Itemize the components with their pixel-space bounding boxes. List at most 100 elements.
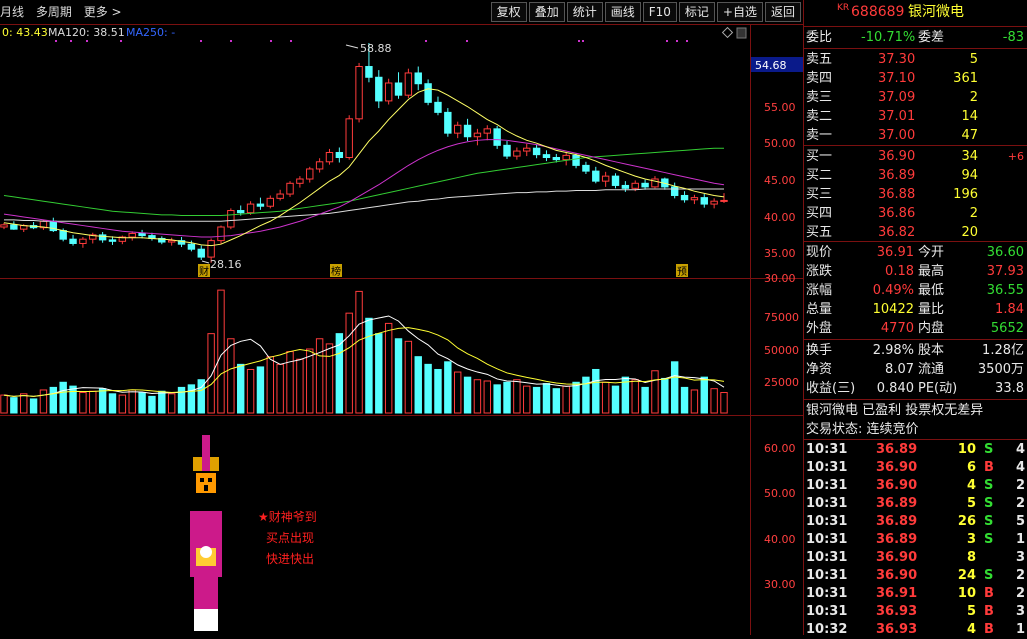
volume-bar[interactable] xyxy=(513,379,521,414)
tick-row[interactable]: 10:31 36.89 10 S 4 xyxy=(804,441,1027,459)
volume-bar[interactable] xyxy=(20,393,28,414)
volume-bar[interactable] xyxy=(315,338,324,414)
candle-body[interactable] xyxy=(611,175,620,186)
candle-body[interactable] xyxy=(237,210,245,214)
period-monthly[interactable]: 月线 xyxy=(0,5,24,19)
candle-body[interactable] xyxy=(483,128,491,134)
candle-body[interactable] xyxy=(592,170,600,182)
ask-row[interactable]: 卖一 37.00 47 xyxy=(804,126,1027,145)
volume-bar[interactable] xyxy=(148,395,156,414)
candle-body[interactable] xyxy=(404,72,413,96)
bid-row[interactable]: 买一 36.90 34 +6 xyxy=(804,147,1027,166)
draw-line-button[interactable]: 画线 xyxy=(604,2,641,22)
overlay-button[interactable]: 叠加 xyxy=(528,2,565,22)
candle-body[interactable] xyxy=(69,238,77,244)
candle-body[interactable] xyxy=(79,238,87,244)
candle-body[interactable] xyxy=(375,76,383,102)
volume-bar[interactable] xyxy=(89,390,97,414)
volume-bar[interactable] xyxy=(227,338,235,414)
statistics-button[interactable]: 统计 xyxy=(566,2,603,22)
volume-bar[interactable] xyxy=(177,386,186,414)
volume-bar[interactable] xyxy=(453,371,462,414)
volume-bar[interactable] xyxy=(0,394,8,414)
ask-row[interactable]: 卖五 37.30 5 xyxy=(804,50,1027,69)
candle-body[interactable] xyxy=(690,197,699,201)
diamond-icon[interactable] xyxy=(721,26,734,39)
volume-bar[interactable] xyxy=(49,386,58,414)
candle-body[interactable] xyxy=(227,210,235,228)
volume-bar[interactable] xyxy=(138,392,146,414)
candle-body[interactable] xyxy=(453,124,462,134)
candle-body[interactable] xyxy=(335,151,344,159)
candle-body[interactable] xyxy=(463,124,472,138)
add-watchlist-button[interactable]: +自选 xyxy=(716,2,763,22)
candle-body[interactable] xyxy=(670,186,679,196)
volume-bar[interactable] xyxy=(493,384,501,414)
bid-row[interactable]: 买三 36.88 196 xyxy=(804,185,1027,204)
volume-bar[interactable] xyxy=(394,338,403,414)
volume-bar[interactable] xyxy=(542,383,551,414)
bid-row[interactable]: 买四 36.86 2 xyxy=(804,204,1027,223)
volume-bar[interactable] xyxy=(592,368,600,414)
kline-chart[interactable]: 0: 43.43 MA120: 38.51 MA250: - 54.68 55.… xyxy=(0,25,803,635)
more-menu[interactable]: 更多 > xyxy=(84,5,122,19)
candle-body[interactable] xyxy=(10,224,18,230)
candle-body[interactable] xyxy=(414,72,422,85)
tick-row[interactable]: 10:31 36.91 10 B 2 xyxy=(804,585,1027,603)
candle-body[interactable] xyxy=(365,66,373,78)
tick-row[interactable]: 10:31 36.89 5 S 2 xyxy=(804,495,1027,513)
volume-bar[interactable] xyxy=(286,351,294,414)
volume-bar[interactable] xyxy=(631,379,639,414)
candle-body[interactable] xyxy=(493,128,501,146)
candle-body[interactable] xyxy=(108,239,117,242)
volume-bar[interactable] xyxy=(532,386,541,414)
volume-bar[interactable] xyxy=(98,388,107,414)
volume-bar[interactable] xyxy=(670,361,679,414)
candle-body[interactable] xyxy=(700,197,708,205)
bid-row[interactable]: 买二 36.89 94 xyxy=(804,166,1027,185)
candle-body[interactable] xyxy=(631,182,639,189)
tick-row[interactable]: 10:32 36.93 4 B 1 xyxy=(804,621,1027,639)
candle-body[interactable] xyxy=(621,184,630,189)
candle-body[interactable] xyxy=(167,240,176,243)
chart-area[interactable]: 0: 43.43 MA120: 38.51 MA250: - 54.68 55.… xyxy=(0,25,803,635)
candle-body[interactable] xyxy=(503,144,511,157)
candle-body[interactable] xyxy=(680,194,689,201)
candle-body[interactable] xyxy=(98,234,107,241)
volume-bar[interactable] xyxy=(641,386,649,414)
ask-row[interactable]: 卖二 37.01 14 xyxy=(804,107,1027,126)
volume-bar[interactable] xyxy=(473,379,482,414)
volume-bar[interactable] xyxy=(266,356,275,414)
candle-body[interactable] xyxy=(552,157,561,161)
candle-body[interactable] xyxy=(187,243,196,250)
candle-body[interactable] xyxy=(286,182,294,195)
bid-row[interactable]: 买五 36.82 20 xyxy=(804,223,1027,242)
volume-bar[interactable] xyxy=(187,384,196,414)
tick-row[interactable]: 10:31 36.90 24 S 2 xyxy=(804,567,1027,585)
volume-bar[interactable] xyxy=(365,317,373,414)
candle-body[interactable] xyxy=(256,203,265,207)
volume-bar[interactable] xyxy=(611,385,620,414)
candle-body[interactable] xyxy=(315,161,324,170)
volume-bar[interactable] xyxy=(10,397,18,414)
volume-bar[interactable] xyxy=(207,333,215,414)
volume-bar[interactable] xyxy=(483,380,491,414)
volume-bar[interactable] xyxy=(463,376,472,414)
tick-row[interactable]: 10:31 36.90 6 B 4 xyxy=(804,459,1027,477)
volume-bar[interactable] xyxy=(79,392,87,414)
volume-bar[interactable] xyxy=(158,390,166,414)
scroll-handle[interactable] xyxy=(736,27,747,39)
volume-bar[interactable] xyxy=(217,289,225,414)
back-button[interactable]: 返回 xyxy=(764,2,801,22)
candle-body[interactable] xyxy=(710,200,718,205)
volume-bar[interactable] xyxy=(237,363,245,414)
candle-body[interactable] xyxy=(513,150,521,157)
candle-body[interactable] xyxy=(562,154,570,161)
candle-body[interactable] xyxy=(0,224,8,228)
volume-bar[interactable] xyxy=(256,366,265,414)
tick-row[interactable]: 10:31 36.93 5 B 3 xyxy=(804,603,1027,621)
candle-body[interactable] xyxy=(394,82,403,96)
volume-bar[interactable] xyxy=(355,290,363,414)
volume-bar[interactable] xyxy=(276,363,284,414)
period-multi[interactable]: 多周期 xyxy=(36,5,72,19)
